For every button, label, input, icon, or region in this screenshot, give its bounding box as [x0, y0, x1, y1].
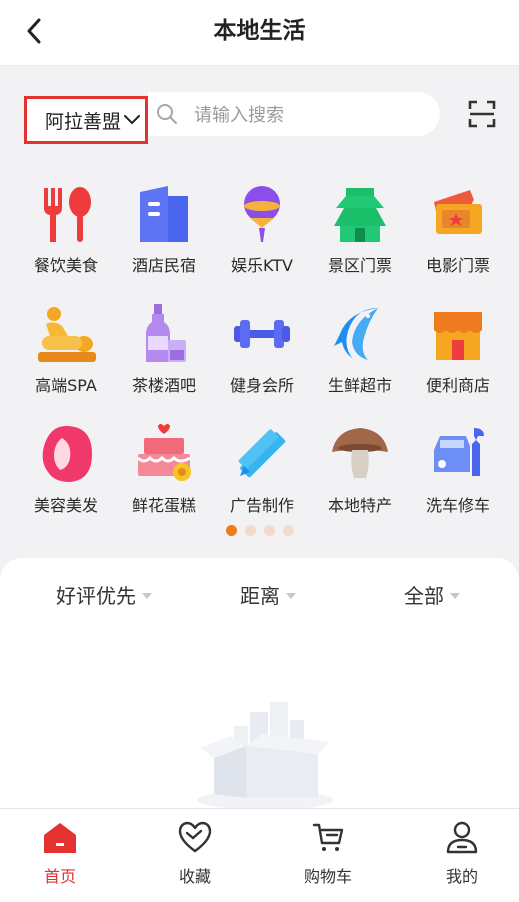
- ruler-pencil-icon: [238, 429, 286, 478]
- category-label: 高端SPA: [35, 376, 97, 395]
- dumbbell-icon: [234, 320, 290, 348]
- category-specialty[interactable]: 本地特产: [315, 422, 405, 516]
- tab-profile[interactable]: 我的: [412, 819, 512, 887]
- filter-all[interactable]: 全部: [404, 580, 460, 609]
- filter-label: 距离: [240, 584, 280, 608]
- category-label: 茶楼酒吧: [131, 376, 196, 395]
- category-beauty[interactable]: 美容美发: [21, 422, 111, 516]
- store-icon: [434, 312, 482, 360]
- page-dot[interactable]: [245, 525, 256, 536]
- scan-icon[interactable]: [468, 100, 496, 128]
- category-spa[interactable]: 高端SPA: [21, 302, 111, 396]
- category-advert[interactable]: 广告制作: [217, 422, 307, 516]
- category-movie[interactable]: 电影门票: [413, 182, 503, 276]
- category-label: 健身会所: [229, 376, 294, 395]
- caret-down-icon: [450, 593, 460, 599]
- search-box[interactable]: 请输入搜索: [148, 92, 440, 136]
- pagoda-icon: [334, 188, 386, 242]
- filter-label: 全部: [404, 584, 444, 608]
- fish-icon: [334, 308, 378, 360]
- category-bar[interactable]: 茶楼酒吧: [119, 302, 209, 396]
- category-label: 本地特产: [327, 496, 392, 515]
- category-fitness[interactable]: 健身会所: [217, 302, 307, 396]
- car-wrench-icon: [434, 428, 484, 476]
- category-label: 洗车修车: [425, 496, 490, 515]
- category-label: 生鲜超市: [327, 376, 392, 395]
- page-title: 本地生活: [213, 18, 306, 44]
- movie-ticket-icon: [434, 190, 482, 234]
- spa-icon: [38, 307, 96, 362]
- category-label: 便利商店: [425, 376, 490, 395]
- bottom-tab-bar: 首页 收藏 购物车 我的: [0, 808, 519, 902]
- category-ktv[interactable]: 娱乐KTV: [217, 182, 307, 276]
- filter-rating[interactable]: 好评优先: [56, 580, 152, 609]
- filter-distance[interactable]: 距离: [240, 580, 296, 609]
- user-icon: [446, 821, 478, 854]
- wine-bottle-icon: [146, 304, 186, 362]
- tab-favorites[interactable]: 收藏: [145, 819, 245, 887]
- tab-label: 首页: [43, 867, 76, 886]
- search-input[interactable]: 请输入搜索: [194, 101, 284, 127]
- filter-bar: 好评优先 距离 全部: [0, 580, 519, 610]
- page-dot[interactable]: [264, 525, 275, 536]
- category-label: 娱乐KTV: [231, 256, 293, 275]
- category-label: 美容美发: [33, 496, 98, 515]
- category-label: 电影门票: [425, 256, 490, 275]
- category-restaurant[interactable]: 餐饮美食: [21, 182, 111, 276]
- chevron-down-icon: [124, 115, 141, 124]
- cake-icon: [136, 424, 191, 481]
- page-indicator: [226, 525, 294, 536]
- home-icon: [44, 823, 76, 853]
- header-bar: 本地生活: [0, 0, 519, 66]
- caret-down-icon: [286, 593, 296, 599]
- restaurant-icon: [44, 187, 91, 242]
- category-label: 餐饮美食: [33, 256, 98, 275]
- empty-box-icon: [197, 702, 333, 808]
- mushroom-icon: [332, 428, 388, 478]
- region-selector[interactable]: 阿拉善盟: [24, 96, 148, 144]
- tab-home[interactable]: 首页: [10, 819, 110, 887]
- heart-icon: [178, 821, 212, 853]
- search-icon: [157, 104, 177, 124]
- category-label: 鲜花蛋糕: [131, 496, 196, 515]
- category-store[interactable]: 便利商店: [413, 302, 503, 396]
- category-fresh[interactable]: 生鲜超市: [315, 302, 405, 396]
- tab-label: 收藏: [178, 867, 211, 886]
- category-carwash[interactable]: 洗车修车: [413, 422, 503, 516]
- category-hotel[interactable]: 酒店民宿: [119, 182, 209, 276]
- category-cake[interactable]: 鲜花蛋糕: [119, 422, 209, 516]
- tab-label: 购物车: [303, 867, 352, 886]
- results-panel: 好评优先 距离 全部: [0, 558, 519, 808]
- hotel-icon: [140, 186, 188, 242]
- tab-cart[interactable]: 购物车: [278, 819, 378, 887]
- filter-label: 好评优先: [56, 584, 136, 608]
- woman-hair-icon: [42, 426, 92, 482]
- region-label: 阿拉善盟: [45, 110, 122, 133]
- caret-down-icon: [142, 593, 152, 599]
- microphone-icon: [244, 186, 280, 242]
- tab-label: 我的: [445, 867, 478, 886]
- page-dot-active[interactable]: [226, 525, 237, 536]
- category-label: 酒店民宿: [131, 256, 196, 275]
- category-scenic[interactable]: 景区门票: [315, 182, 405, 276]
- cart-icon: [312, 823, 344, 851]
- category-label: 景区门票: [327, 256, 392, 275]
- category-label: 广告制作: [229, 496, 294, 515]
- page-dot[interactable]: [283, 525, 294, 536]
